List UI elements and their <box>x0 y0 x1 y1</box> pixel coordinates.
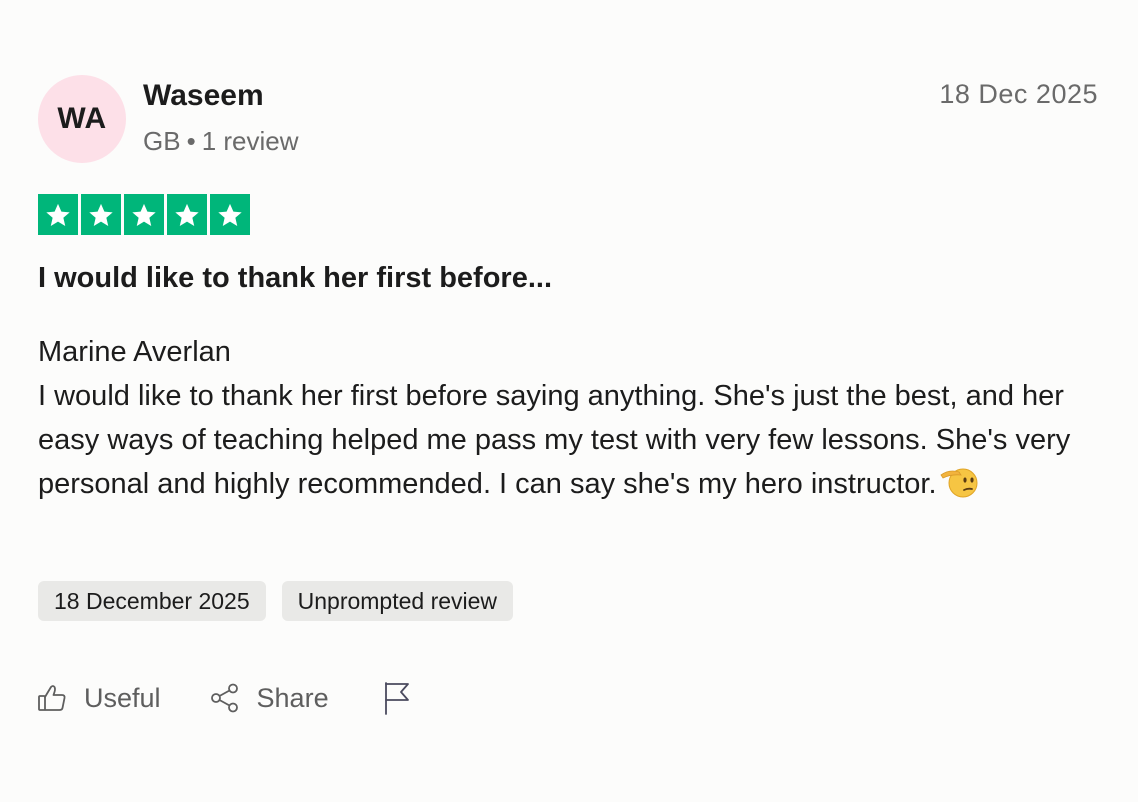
flag-icon <box>381 680 413 716</box>
share-icon <box>209 682 241 714</box>
avatar[interactable]: WA <box>38 75 126 163</box>
star-rating <box>38 194 250 235</box>
meta-separator: • <box>186 126 196 156</box>
review-actions: Useful Share <box>36 680 413 716</box>
reviewer-meta: GB • 1 review <box>143 124 299 158</box>
review-type-chip[interactable]: Unprompted review <box>281 581 514 621</box>
reviewer-review-count: 1 review <box>201 126 299 156</box>
reviewer-country: GB <box>143 126 181 156</box>
thumbs-up-icon <box>36 682 68 714</box>
report-button[interactable] <box>381 680 413 716</box>
share-button[interactable]: Share <box>209 682 329 714</box>
review-body-text: Marine Averlan I would like to thank her… <box>38 336 1071 500</box>
useful-label: Useful <box>84 682 161 713</box>
date-of-experience-chip: 18 December 2025 <box>38 581 266 621</box>
star-icon <box>124 194 164 235</box>
review-title[interactable]: I would like to thank her first before..… <box>38 258 552 298</box>
review-card: WA Waseem GB • 1 review 18 Dec 2025 I wo… <box>0 0 1138 802</box>
review-date: 18 Dec 2025 <box>939 79 1098 109</box>
review-chips: 18 December 2025 Unprompted review <box>38 581 514 621</box>
reviewer-name[interactable]: Waseem <box>143 77 264 115</box>
star-icon <box>81 194 121 235</box>
useful-button[interactable]: Useful <box>36 682 161 714</box>
star-icon <box>210 194 250 235</box>
star-icon <box>38 194 78 235</box>
star-icon <box>167 194 207 235</box>
saluting-face-emoji <box>939 463 979 499</box>
share-label: Share <box>256 682 329 713</box>
avatar-initials: WA <box>57 102 107 135</box>
review-body: Marine Averlan I would like to thank her… <box>38 330 1108 506</box>
